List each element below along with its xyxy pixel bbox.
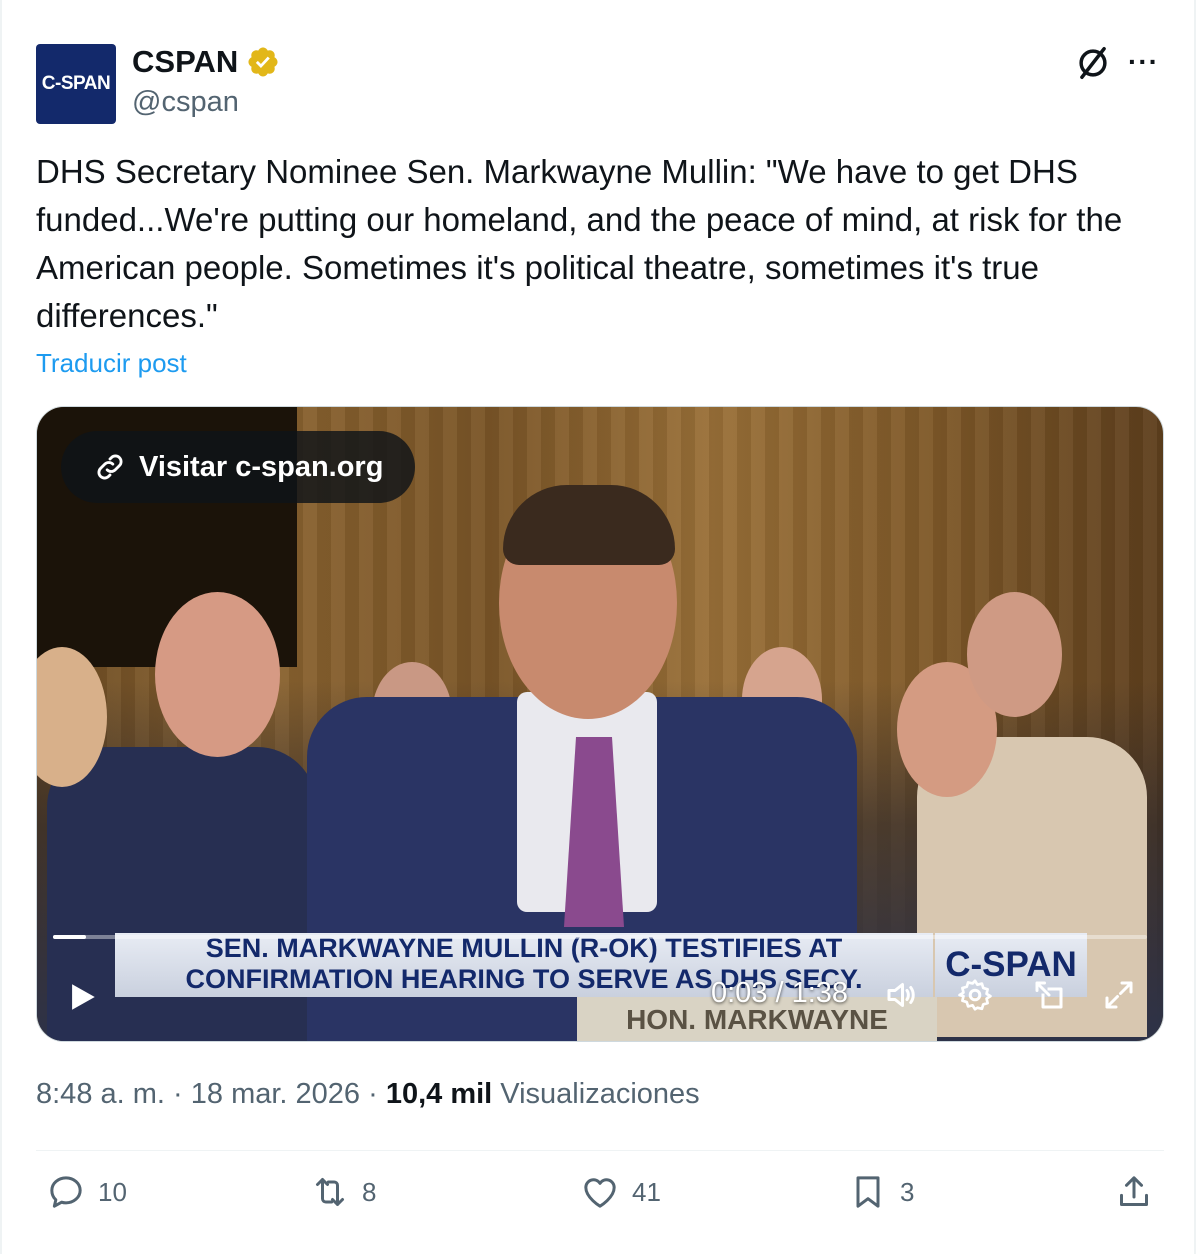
video-player[interactable]: Visitar c-span.org SEN. MARKWAYNE MULLIN… [36,406,1164,1042]
post-meta: 8:48 a. m. · 18 mar. 2026 · 10,4 mil Vis… [36,1078,700,1111]
person-back-right-head [967,592,1062,717]
more-options-icon[interactable]: ··· [1128,46,1159,78]
translate-post-link[interactable]: Traducir post [36,348,187,379]
post-date[interactable]: 18 mar. 2026 [191,1078,360,1110]
author-name-row: CSPAN [132,44,280,80]
settings-gear-icon[interactable] [957,977,993,1013]
bookmark-button[interactable]: 3 [848,1172,914,1212]
like-count: 41 [632,1176,661,1207]
author-handle[interactable]: @cspan [132,86,239,119]
reply-button[interactable]: 10 [46,1172,127,1212]
reply-icon [50,1176,82,1208]
meta-separator: · [360,1078,386,1110]
repost-count: 8 [362,1176,377,1207]
meta-separator: · [164,1078,191,1110]
bookmark-icon [856,1176,880,1208]
action-bar: 10 8 41 3 [36,1172,1164,1228]
speaker-hair [503,485,675,565]
play-icon[interactable] [65,979,99,1015]
visit-site-button[interactable]: Visitar c-span.org [61,431,416,503]
author-name[interactable]: CSPAN [132,44,238,80]
post-time[interactable]: 8:48 a. m. [36,1078,165,1110]
video-progress-bar[interactable] [53,935,1147,939]
views-count: 10,4 mil [385,1078,493,1110]
avatar-logo-text: C-SPAN [41,73,111,94]
volume-icon[interactable] [883,977,919,1013]
video-time: 0:03 / 1:38 [711,977,849,1009]
verified-badge-icon[interactable] [246,45,280,79]
post-text: DHS Secretary Nominee Sen. Markwayne Mul… [36,153,1123,334]
repost-button[interactable]: 8 [310,1172,376,1212]
share-button[interactable] [1114,1172,1154,1212]
fullscreen-icon[interactable] [1101,977,1137,1013]
reply-count: 10 [98,1176,127,1207]
avatar[interactable]: C-SPAN [36,44,116,124]
heart-icon [584,1178,616,1208]
link-icon [97,454,123,480]
bookmark-count: 3 [900,1176,915,1207]
views-label: Visualizaciones [492,1078,700,1110]
grok-icon[interactable] [1074,44,1112,82]
dock-video-icon[interactable] [1031,977,1067,1013]
visit-site-label: Visitar c-span.org [139,450,384,483]
repost-icon [316,1178,344,1206]
like-button[interactable]: 41 [580,1172,661,1212]
share-icon [1120,1176,1148,1206]
divider [36,1150,1164,1151]
video-progress-fill [53,935,86,939]
person-left-head [155,592,280,757]
